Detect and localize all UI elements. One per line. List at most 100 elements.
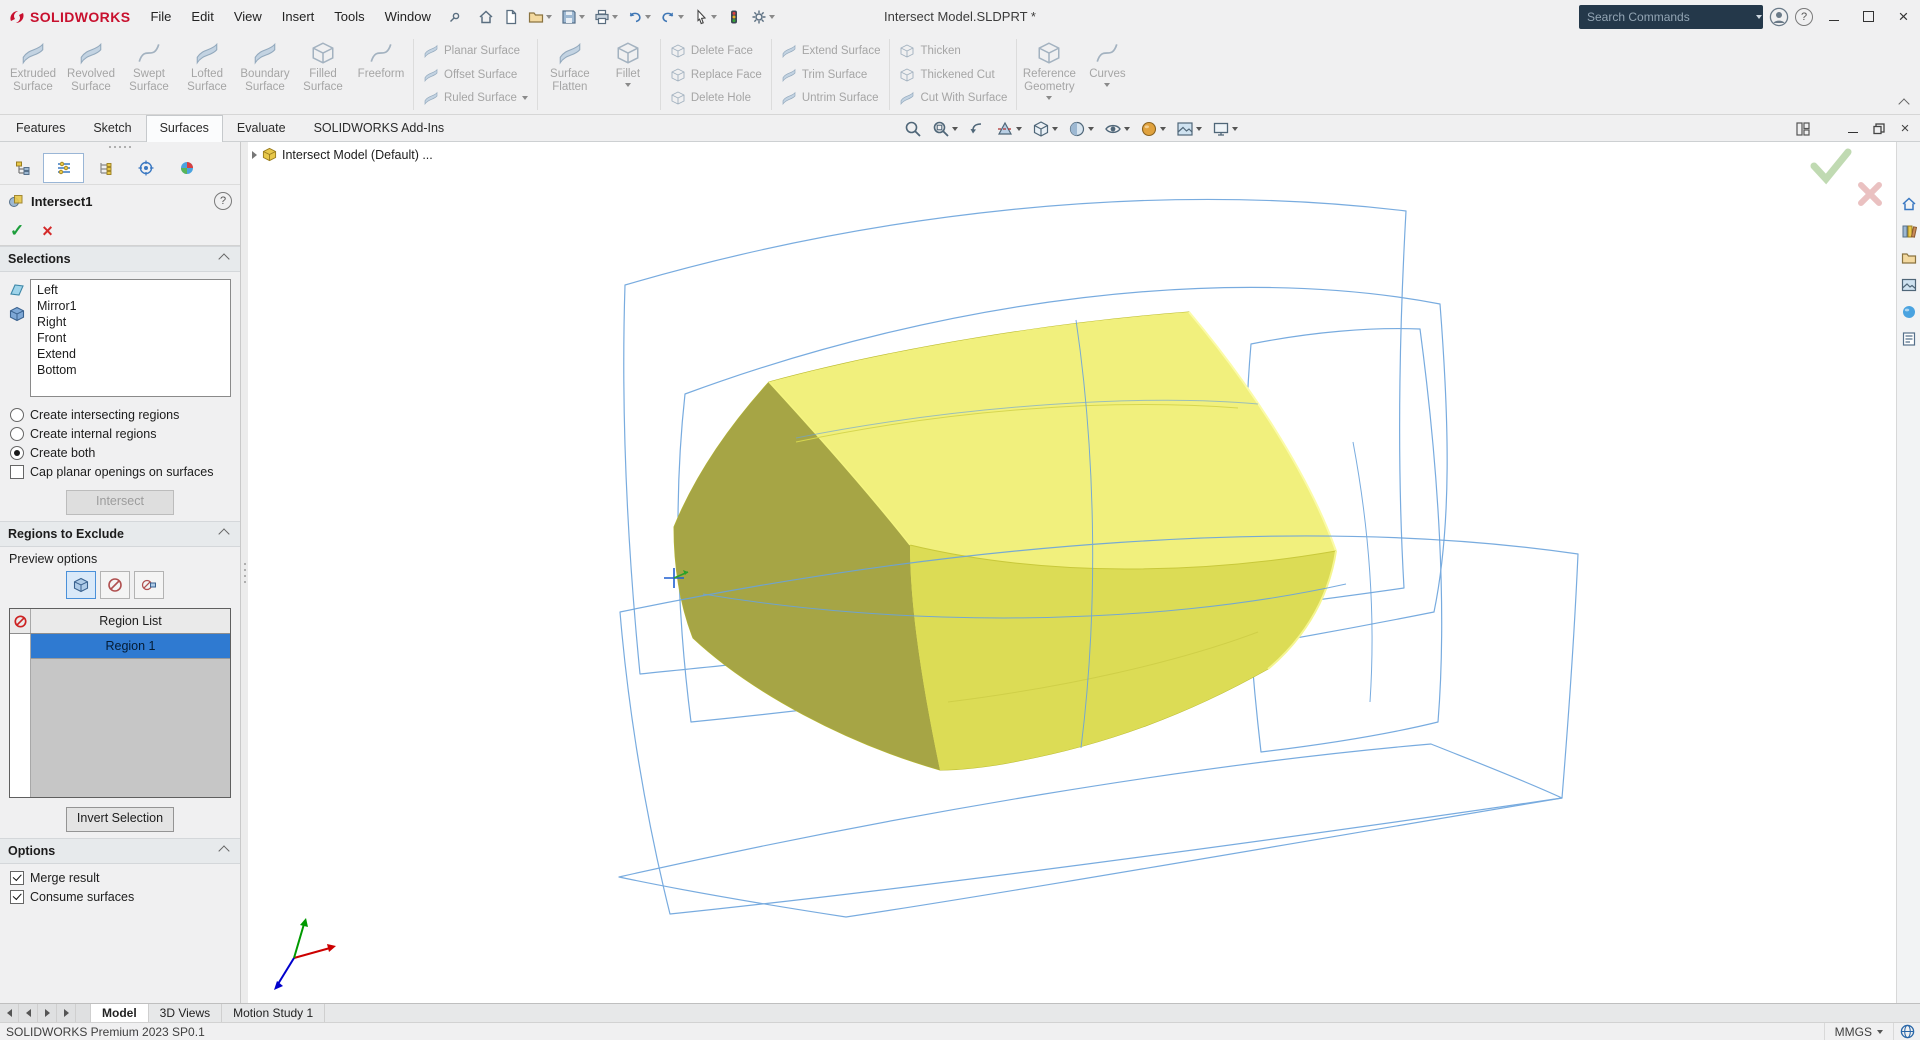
consume-surfaces-checkbox[interactable]: Consume surfaces xyxy=(0,887,240,906)
cap-planar-openings-checkbox[interactable]: Cap planar openings on surfaces xyxy=(0,462,240,481)
tab-features[interactable]: Features xyxy=(2,115,79,142)
apply-scene-icon[interactable] xyxy=(1174,119,1204,139)
dimxpertmanager-tab[interactable] xyxy=(125,153,166,183)
pm-cancel-button[interactable]: × xyxy=(42,221,53,242)
curves-button[interactable]: Curves xyxy=(1078,35,1136,114)
redo-button[interactable] xyxy=(657,4,687,30)
show-included-regions-button[interactable] xyxy=(66,571,96,599)
view-palette-icon[interactable] xyxy=(1901,277,1917,293)
panel-grip[interactable] xyxy=(0,142,240,152)
collapse-regions-icon[interactable] xyxy=(218,528,229,539)
selection-item[interactable]: Front xyxy=(31,330,230,346)
extend-surface-button[interactable]: Extend Surface xyxy=(781,40,881,62)
menu-file[interactable]: File xyxy=(140,0,181,33)
undo-button[interactable] xyxy=(624,4,654,30)
last-sheet-button[interactable] xyxy=(57,1004,76,1022)
confirm-ok-mark[interactable] xyxy=(1808,146,1852,186)
window-maximize-button[interactable] xyxy=(1854,0,1883,33)
tile-windows-icon[interactable] xyxy=(1792,118,1814,139)
ruled-surface-button[interactable]: Ruled Surface xyxy=(423,87,528,109)
tree-expand-icon[interactable] xyxy=(252,151,257,159)
invert-selection-button[interactable]: Invert Selection xyxy=(66,807,174,832)
tab-sketch[interactable]: Sketch xyxy=(79,115,145,142)
show-excluded-regions-button[interactable] xyxy=(100,571,130,599)
selection-listbox[interactable]: Left Mirror1 Right Front Extend Bottom xyxy=(30,279,231,397)
model-front-face[interactable] xyxy=(910,545,1336,770)
window-minimize-button[interactable] xyxy=(1819,0,1848,33)
options-section-header[interactable]: Options xyxy=(0,838,240,864)
displaymanager-tab[interactable] xyxy=(166,153,207,183)
radio-create-intersecting-regions[interactable]: Create intersecting regions xyxy=(10,405,230,424)
sheet-tab-splitter[interactable] xyxy=(76,1004,91,1022)
filled-surface-button[interactable]: Filled Surface xyxy=(294,35,352,114)
menu-insert[interactable]: Insert xyxy=(272,0,325,33)
radio-create-both[interactable]: Create both xyxy=(10,443,230,462)
selection-item[interactable]: Left xyxy=(31,282,230,298)
hide-show-items-icon[interactable] xyxy=(1102,119,1132,139)
menu-tools[interactable]: Tools xyxy=(324,0,374,33)
options-button[interactable] xyxy=(748,4,778,30)
replace-face-button[interactable]: Replace Face xyxy=(670,64,762,86)
selection-item[interactable]: Mirror1 xyxy=(31,298,230,314)
propertymanager-tab[interactable] xyxy=(43,153,84,183)
search-input[interactable] xyxy=(1585,9,1744,25)
pm-ok-button[interactable]: ✓ xyxy=(10,221,24,241)
user-account-icon[interactable] xyxy=(1769,7,1789,27)
custom-properties-icon[interactable] xyxy=(1901,331,1917,347)
first-sheet-button[interactable] xyxy=(0,1004,19,1022)
delete-hole-button[interactable]: Delete Hole xyxy=(670,87,762,109)
selection-item[interactable]: Right xyxy=(31,314,230,330)
thicken-button[interactable]: Thicken xyxy=(899,40,1007,62)
surface-flatten-button[interactable]: Surface Flatten xyxy=(541,35,599,114)
graphics-viewport[interactable]: Intersect Model (Default) ... xyxy=(248,142,1896,1003)
pm-help-icon[interactable]: ? xyxy=(214,192,232,210)
thickened-cut-button[interactable]: Thickened Cut xyxy=(899,64,1007,86)
doc-close-button[interactable]: × xyxy=(1894,118,1916,139)
fillet-button[interactable]: Fillet xyxy=(599,35,657,114)
untrim-surface-button[interactable]: Untrim Surface xyxy=(781,87,881,109)
offset-surface-button[interactable]: Offset Surface xyxy=(423,64,528,86)
selection-item[interactable]: Bottom xyxy=(31,362,230,378)
freeform-button[interactable]: Freeform xyxy=(352,35,410,114)
appearances-scenes-icon[interactable] xyxy=(1901,304,1917,320)
file-explorer-icon[interactable] xyxy=(1901,250,1917,266)
rebuild-button[interactable] xyxy=(723,4,745,30)
revolved-surface-button[interactable]: Revolved Surface xyxy=(62,35,120,114)
doc-restore-button[interactable] xyxy=(1868,118,1890,139)
new-document-button[interactable] xyxy=(500,4,522,30)
zoom-to-fit-icon[interactable] xyxy=(902,119,924,139)
collapse-options-icon[interactable] xyxy=(218,845,229,856)
trim-surface-button[interactable]: Trim Surface xyxy=(781,64,881,86)
search-scope-caret-icon[interactable] xyxy=(1756,15,1762,19)
extruded-surface-button[interactable]: Extruded Surface xyxy=(4,35,62,114)
tab-solidworks-add-ins[interactable]: SOLIDWORKS Add-Ins xyxy=(300,115,459,142)
help-icon[interactable]: ? xyxy=(1795,8,1813,26)
reference-geometry-button[interactable]: Reference Geometry xyxy=(1020,35,1078,114)
edit-appearance-icon[interactable] xyxy=(1138,119,1168,139)
solidworks-resources-icon[interactable] xyxy=(1901,196,1917,212)
regions-to-exclude-section-header[interactable]: Regions to Exclude xyxy=(0,521,240,547)
window-close-button[interactable]: × xyxy=(1889,0,1918,33)
doc-minimize-button[interactable] xyxy=(1842,118,1864,139)
cut-with-surface-button[interactable]: Cut With Surface xyxy=(899,87,1007,109)
panel-splitter[interactable] xyxy=(241,142,248,1003)
show-both-regions-button[interactable] xyxy=(134,571,164,599)
open-document-button[interactable] xyxy=(525,4,555,30)
save-button[interactable] xyxy=(558,4,588,30)
region-list-header[interactable]: Region List xyxy=(31,609,230,633)
wireframe-intersection-curve-right[interactable] xyxy=(1353,442,1372,702)
wireframe-surface-bottom[interactable] xyxy=(619,744,1562,917)
units-selector[interactable]: MMGS xyxy=(1824,1023,1893,1040)
solidworks-online-globe-icon[interactable] xyxy=(1893,1023,1920,1040)
view-settings-icon[interactable] xyxy=(1210,119,1240,139)
section-view-icon[interactable] xyxy=(994,119,1024,139)
design-library-icon[interactable] xyxy=(1901,223,1917,239)
home-button[interactable] xyxy=(475,4,497,30)
boundary-surface-button[interactable]: Boundary Surface xyxy=(236,35,294,114)
select-tool-button[interactable] xyxy=(690,4,720,30)
merge-result-checkbox[interactable]: Merge result xyxy=(0,868,240,887)
collapse-selections-icon[interactable] xyxy=(218,253,229,264)
breadcrumb[interactable]: Intersect Model (Default) ... xyxy=(252,147,433,162)
print-button[interactable] xyxy=(591,4,621,30)
display-style-icon[interactable] xyxy=(1066,119,1096,139)
